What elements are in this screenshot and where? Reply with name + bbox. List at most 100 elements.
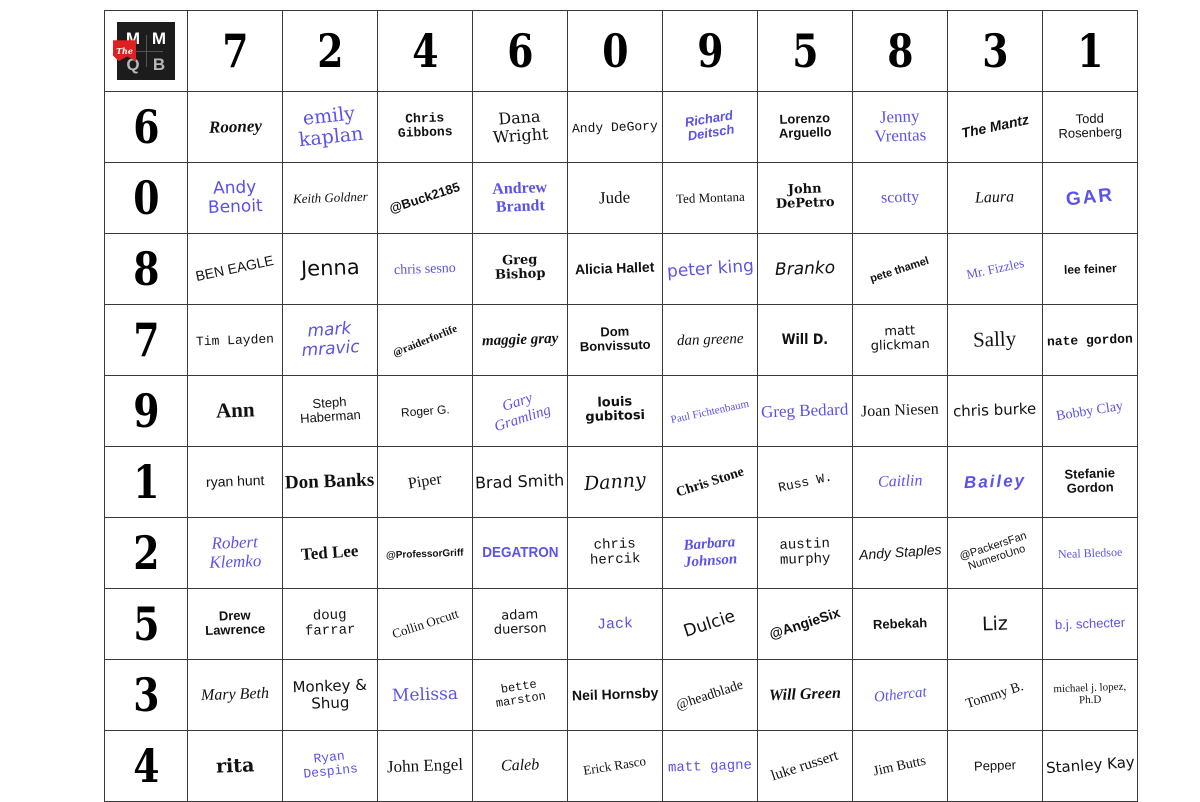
bingo-cell[interactable]: Jim Butts <box>852 730 948 802</box>
bingo-cell[interactable]: Rebekah <box>852 588 948 660</box>
bingo-cell[interactable]: matt gagne <box>662 730 758 802</box>
bingo-cell[interactable]: Jenny Vrentas <box>852 91 948 163</box>
bingo-cell[interactable]: matt glickman <box>852 304 948 376</box>
bingo-cell[interactable]: Richard Deitsch <box>662 91 758 163</box>
bingo-cell[interactable]: Drew Lawrence <box>187 588 283 660</box>
bingo-cell[interactable]: peter king <box>662 233 758 305</box>
bingo-cell[interactable]: Paul Fichtenbaum <box>662 375 758 447</box>
bingo-cell[interactable]: chris hercik <box>567 517 663 589</box>
bingo-cell[interactable]: Todd Rosenberg <box>1042 91 1138 163</box>
bingo-cell[interactable]: Joan Niesen <box>852 375 948 447</box>
bingo-cell[interactable]: Russ W. <box>757 446 853 518</box>
bingo-cell[interactable]: Jude <box>567 162 663 234</box>
bingo-cell[interactable]: Rooney <box>187 91 283 163</box>
bingo-cell[interactable]: Tommy B. <box>947 659 1043 731</box>
bingo-cell[interactable]: Branko <box>757 233 853 305</box>
bingo-cell[interactable]: Othercat <box>852 659 948 731</box>
bingo-cell[interactable]: b.j. schecter <box>1042 588 1138 660</box>
bingo-cell[interactable]: Lorenzo Arguello <box>757 91 853 163</box>
bingo-cell[interactable]: Greg Bishop <box>472 233 568 305</box>
bingo-cell[interactable]: Robert Klemko <box>187 517 283 589</box>
bingo-cell[interactable]: Danny <box>567 446 663 518</box>
bingo-cell[interactable]: @AngieSix <box>757 588 853 660</box>
bingo-cell[interactable]: adam duerson <box>472 588 568 660</box>
bingo-cell[interactable]: nate gordon <box>1042 304 1138 376</box>
bingo-cell[interactable]: emily kaplan <box>282 91 378 163</box>
bingo-cell[interactable]: Collin Orcutt <box>377 588 473 660</box>
bingo-cell[interactable]: BEN EAGLE <box>187 233 283 305</box>
bingo-cell[interactable]: Bobby Clay <box>1042 375 1138 447</box>
bingo-cell[interactable]: bette marston <box>472 659 568 731</box>
bingo-cell[interactable]: @Buck2185 <box>377 162 473 234</box>
bingo-cell[interactable]: GAR <box>1042 162 1138 234</box>
bingo-cell[interactable]: chris sesno <box>377 233 473 305</box>
bingo-cell[interactable]: Laura <box>947 162 1043 234</box>
bingo-cell[interactable]: Liz <box>947 588 1043 660</box>
bingo-cell[interactable]: Gary Gramling <box>472 375 568 447</box>
bingo-cell[interactable]: @PackersFan NumeroUno <box>947 517 1043 589</box>
bingo-cell[interactable]: maggie gray <box>472 304 568 376</box>
bingo-cell[interactable]: Ann <box>187 375 283 447</box>
bingo-cell[interactable]: Dana Wright <box>472 91 568 163</box>
bingo-cell[interactable]: Erick Rasco <box>567 730 663 802</box>
bingo-cell[interactable]: John Engel <box>377 730 473 802</box>
bingo-cell[interactable]: Caleb <box>472 730 568 802</box>
bingo-cell[interactable]: Sally <box>947 304 1043 376</box>
bingo-cell[interactable]: Keith Goldner <box>282 162 378 234</box>
bingo-cell[interactable]: The Mantz <box>947 91 1043 163</box>
bingo-cell[interactable]: Roger G. <box>377 375 473 447</box>
bingo-cell[interactable]: Monkey & Shug <box>282 659 378 731</box>
bingo-cell[interactable]: Ryan Despins <box>282 730 378 802</box>
bingo-cell[interactable]: @raiderforlife <box>377 304 473 376</box>
bingo-cell[interactable]: chris burke <box>947 375 1043 447</box>
bingo-cell[interactable]: Will D. <box>757 304 853 376</box>
bingo-cell[interactable]: michael j. lopez, Ph.D <box>1042 659 1138 731</box>
bingo-cell[interactable]: Will Green <box>757 659 853 731</box>
bingo-cell[interactable]: Tim Layden <box>187 304 283 376</box>
bingo-cell[interactable]: Jack <box>567 588 663 660</box>
bingo-cell[interactable]: Chris Gibbons <box>377 91 473 163</box>
bingo-cell[interactable]: Barbara Johnson <box>662 517 758 589</box>
bingo-cell[interactable]: Bailey <box>947 446 1043 518</box>
bingo-cell[interactable]: Stefanie Gordon <box>1042 446 1138 518</box>
bingo-cell[interactable]: mark mravic <box>282 304 378 376</box>
bingo-cell[interactable]: Steph Haberman <box>282 375 378 447</box>
bingo-cell[interactable]: Andy Staples <box>852 517 948 589</box>
bingo-cell[interactable]: louis gubitosi <box>567 375 663 447</box>
bingo-cell[interactable]: Jenna <box>282 233 378 305</box>
bingo-cell[interactable]: rita <box>187 730 283 802</box>
bingo-cell[interactable]: pete thamel <box>852 233 948 305</box>
bingo-cell[interactable]: Melissa <box>377 659 473 731</box>
bingo-cell[interactable]: Dom Bonvissuto <box>567 304 663 376</box>
bingo-cell[interactable]: Don Banks <box>282 446 378 518</box>
bingo-cell[interactable]: austin murphy <box>757 517 853 589</box>
bingo-cell[interactable]: Neil Hornsby <box>567 659 663 731</box>
bingo-cell[interactable]: John DePetro <box>757 162 853 234</box>
bingo-cell[interactable]: Ted Montana <box>662 162 758 234</box>
bingo-cell[interactable]: Mr. Fizzles <box>947 233 1043 305</box>
bingo-cell[interactable]: dan greene <box>662 304 758 376</box>
bingo-cell[interactable]: Caitlin <box>852 446 948 518</box>
bingo-cell[interactable]: DEGATRON <box>472 517 568 589</box>
bingo-cell[interactable]: Brad Smith <box>472 446 568 518</box>
bingo-cell[interactable]: Alicia Hallet <box>567 233 663 305</box>
bingo-cell[interactable]: Andy Benoit <box>187 162 283 234</box>
bingo-cell[interactable]: ryan hunt <box>187 446 283 518</box>
bingo-cell[interactable]: Dulcie <box>662 588 758 660</box>
bingo-cell[interactable]: Pepper <box>947 730 1043 802</box>
bingo-cell[interactable]: doug farrar <box>282 588 378 660</box>
bingo-cell[interactable]: Chris Stone <box>662 446 758 518</box>
bingo-cell[interactable]: Andy DeGory <box>567 91 663 163</box>
bingo-cell[interactable]: lee feiner <box>1042 233 1138 305</box>
bingo-cell[interactable]: Mary Beth <box>187 659 283 731</box>
bingo-cell[interactable]: Greg Bedard <box>757 375 853 447</box>
bingo-cell[interactable]: Piper <box>377 446 473 518</box>
bingo-cell[interactable]: Stanley Kay <box>1042 730 1138 802</box>
bingo-cell[interactable]: Neal Bledsoe <box>1042 517 1138 589</box>
bingo-cell[interactable]: scotty <box>852 162 948 234</box>
bingo-cell[interactable]: luke russert <box>757 730 853 802</box>
bingo-cell[interactable]: @ProfessorGriff <box>377 517 473 589</box>
bingo-cell[interactable]: Ted Lee <box>282 517 378 589</box>
bingo-cell[interactable]: @headblade <box>662 659 758 731</box>
bingo-cell[interactable]: Andrew Brandt <box>472 162 568 234</box>
